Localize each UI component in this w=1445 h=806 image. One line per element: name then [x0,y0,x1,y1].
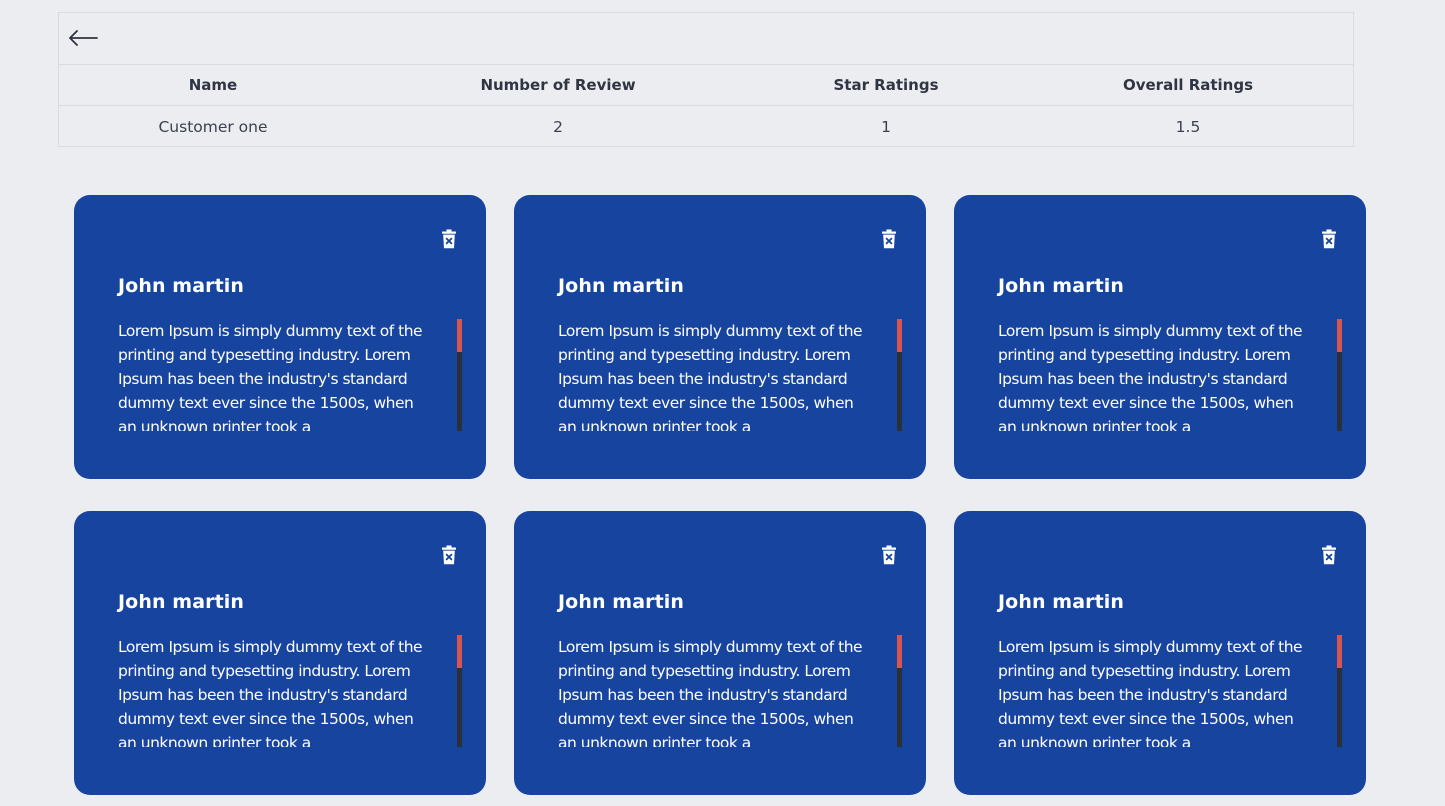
trash-icon [1322,545,1336,565]
delete-review-button[interactable] [882,545,896,565]
scrollbar-thumb[interactable] [457,635,462,668]
delete-review-button[interactable] [442,229,456,249]
review-text: Lorem Ipsum is simply dummy text of the … [118,322,423,431]
column-header-star-ratings: Star Ratings [833,76,939,94]
reviewer-name: John martin [558,275,685,297]
column-header-overall-ratings: Overall Ratings [1122,76,1254,94]
reviewer-name: John martin [118,275,245,297]
delete-review-button[interactable] [1322,229,1336,249]
trash-icon [1322,229,1336,249]
review-text-scrollbar[interactable] [1337,319,1342,431]
review-text-scrollbar[interactable] [897,319,902,431]
review-card-grid: John martin Lorem Ipsum is simply dummy … [74,195,1366,795]
review-text: Lorem Ipsum is simply dummy text of the … [118,638,423,747]
review-text: Lorem Ipsum is simply dummy text of the … [998,638,1303,747]
review-text: Lorem Ipsum is simply dummy text of the … [558,638,863,747]
reviewer-name: John martin [998,275,1125,297]
delete-review-button[interactable] [882,229,896,249]
scrollbar-thumb[interactable] [897,635,902,668]
customer-summary-table: Name Number of Review Star Ratings Overa… [58,12,1354,147]
review-text-scrollbar[interactable] [1337,635,1342,747]
table-header-row: Name Number of Review Star Ratings Overa… [59,65,1353,106]
review-card: John martin Lorem Ipsum is simply dummy … [514,511,926,795]
review-card: John martin Lorem Ipsum is simply dummy … [514,195,926,479]
scrollbar-thumb[interactable] [897,319,902,352]
cell-number-of-review: 2 [553,117,563,136]
review-card: John martin Lorem Ipsum is simply dummy … [954,195,1366,479]
cell-overall-ratings: 1.5 [1175,117,1201,136]
review-text-scrollbar[interactable] [457,635,462,747]
table-row: Customer one 2 1 1.5 [59,106,1353,147]
review-card: John martin Lorem Ipsum is simply dummy … [74,195,486,479]
reviewer-name: John martin [118,591,245,613]
reviewer-name: John martin [558,591,685,613]
arrow-left-icon [69,30,98,46]
review-text-scrollbar[interactable] [897,635,902,747]
review-card: John martin Lorem Ipsum is simply dummy … [954,511,1366,795]
scrollbar-thumb[interactable] [1337,635,1342,668]
back-button[interactable] [67,25,99,51]
trash-icon [442,229,456,249]
trash-icon [882,229,896,249]
table-toolbar [59,13,1353,65]
review-text: Lorem Ipsum is simply dummy text of the … [998,322,1303,431]
cell-star-ratings: 1 [881,117,891,136]
delete-review-button[interactable] [442,545,456,565]
trash-icon [442,545,456,565]
review-text-scrollbar[interactable] [457,319,462,431]
column-header-name: Name [188,76,238,94]
trash-icon [882,545,896,565]
cell-name: Customer one [158,117,268,136]
review-text: Lorem Ipsum is simply dummy text of the … [558,322,863,431]
scrollbar-thumb[interactable] [1337,319,1342,352]
scrollbar-thumb[interactable] [457,319,462,352]
review-card: John martin Lorem Ipsum is simply dummy … [74,511,486,795]
delete-review-button[interactable] [1322,545,1336,565]
reviewer-name: John martin [998,591,1125,613]
column-header-number-of-review: Number of Review [480,76,636,94]
